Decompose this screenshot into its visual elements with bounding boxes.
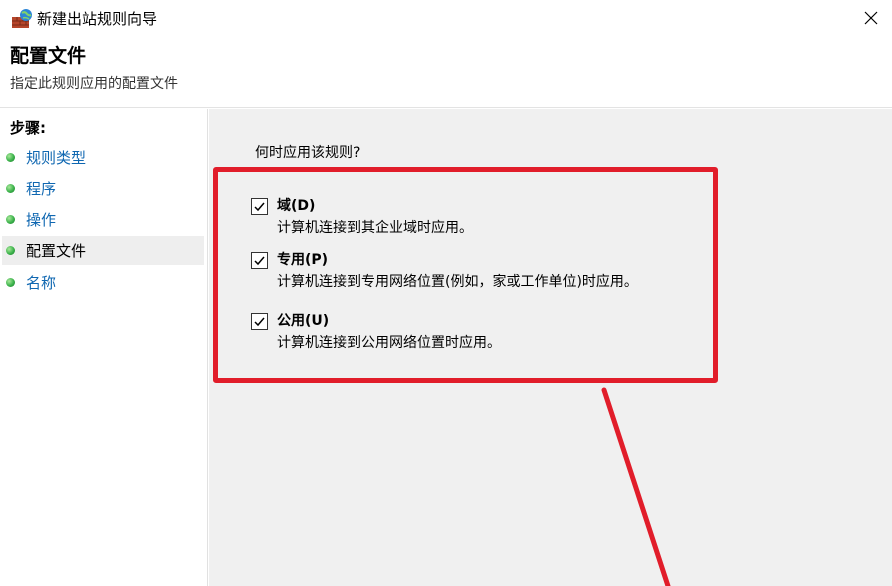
- sidebar-item-rule-type[interactable]: 规则类型: [2, 143, 204, 172]
- private-checkbox[interactable]: [251, 252, 268, 269]
- steps-label: 步骤:: [10, 119, 46, 137]
- sidebar-item-profile[interactable]: 配置文件: [2, 236, 204, 265]
- public-option-description: 计算机连接到公用网络位置时应用。: [277, 335, 501, 351]
- green-bullet-icon: [6, 246, 15, 255]
- page-title: 配置文件: [10, 45, 87, 67]
- question-label: 何时应用该规则?: [255, 145, 361, 161]
- close-button[interactable]: [850, 0, 892, 38]
- sidebar-item-program[interactable]: 程序: [2, 174, 204, 203]
- public-checkbox[interactable]: [251, 313, 268, 330]
- private-option-description: 计算机连接到专用网络位置(例如，家或工作单位)时应用。: [277, 274, 638, 290]
- title-bar: 新建出站规则向导: [0, 0, 892, 38]
- green-bullet-icon: [6, 278, 15, 287]
- steps-sidebar: 步骤: 规则类型 程序 操作 配置文件 名称: [0, 109, 208, 586]
- domain-checkbox[interactable]: [251, 198, 268, 215]
- checkmark-icon: [254, 256, 265, 266]
- sidebar-item-label: 程序: [26, 180, 57, 198]
- sidebar-item-label: 操作: [26, 211, 57, 229]
- wizard-window: 新建出站规则向导 配置文件 指定此规则应用的配置文件 步骤: 规则类型 程序 操…: [0, 0, 892, 586]
- page-subtitle: 指定此规则应用的配置文件: [10, 76, 178, 92]
- checkmark-icon: [254, 202, 265, 212]
- domain-option-title[interactable]: 域(D): [277, 197, 315, 215]
- private-option-title[interactable]: 专用(P): [277, 251, 328, 269]
- green-bullet-icon: [6, 215, 15, 224]
- sidebar-item-label: 配置文件: [26, 242, 87, 260]
- firewall-icon: [11, 8, 33, 30]
- sidebar-item-name[interactable]: 名称: [2, 268, 204, 297]
- green-bullet-icon: [6, 153, 15, 162]
- page-header: 配置文件 指定此规则应用的配置文件: [0, 38, 892, 108]
- main-panel: 何时应用该规则? 域(D) 计算机连接到其企业域时应用。 专用(P) 计算机连接…: [209, 109, 892, 586]
- window-title: 新建出站规则向导: [37, 10, 158, 28]
- domain-option-description: 计算机连接到其企业域时应用。: [277, 220, 473, 236]
- public-option-title[interactable]: 公用(U): [277, 312, 329, 330]
- sidebar-item-label: 规则类型: [26, 149, 87, 167]
- green-bullet-icon: [6, 184, 15, 193]
- sidebar-item-label: 名称: [26, 274, 57, 292]
- sidebar-item-action[interactable]: 操作: [2, 205, 204, 234]
- checkmark-icon: [254, 317, 265, 327]
- close-icon: [864, 10, 878, 29]
